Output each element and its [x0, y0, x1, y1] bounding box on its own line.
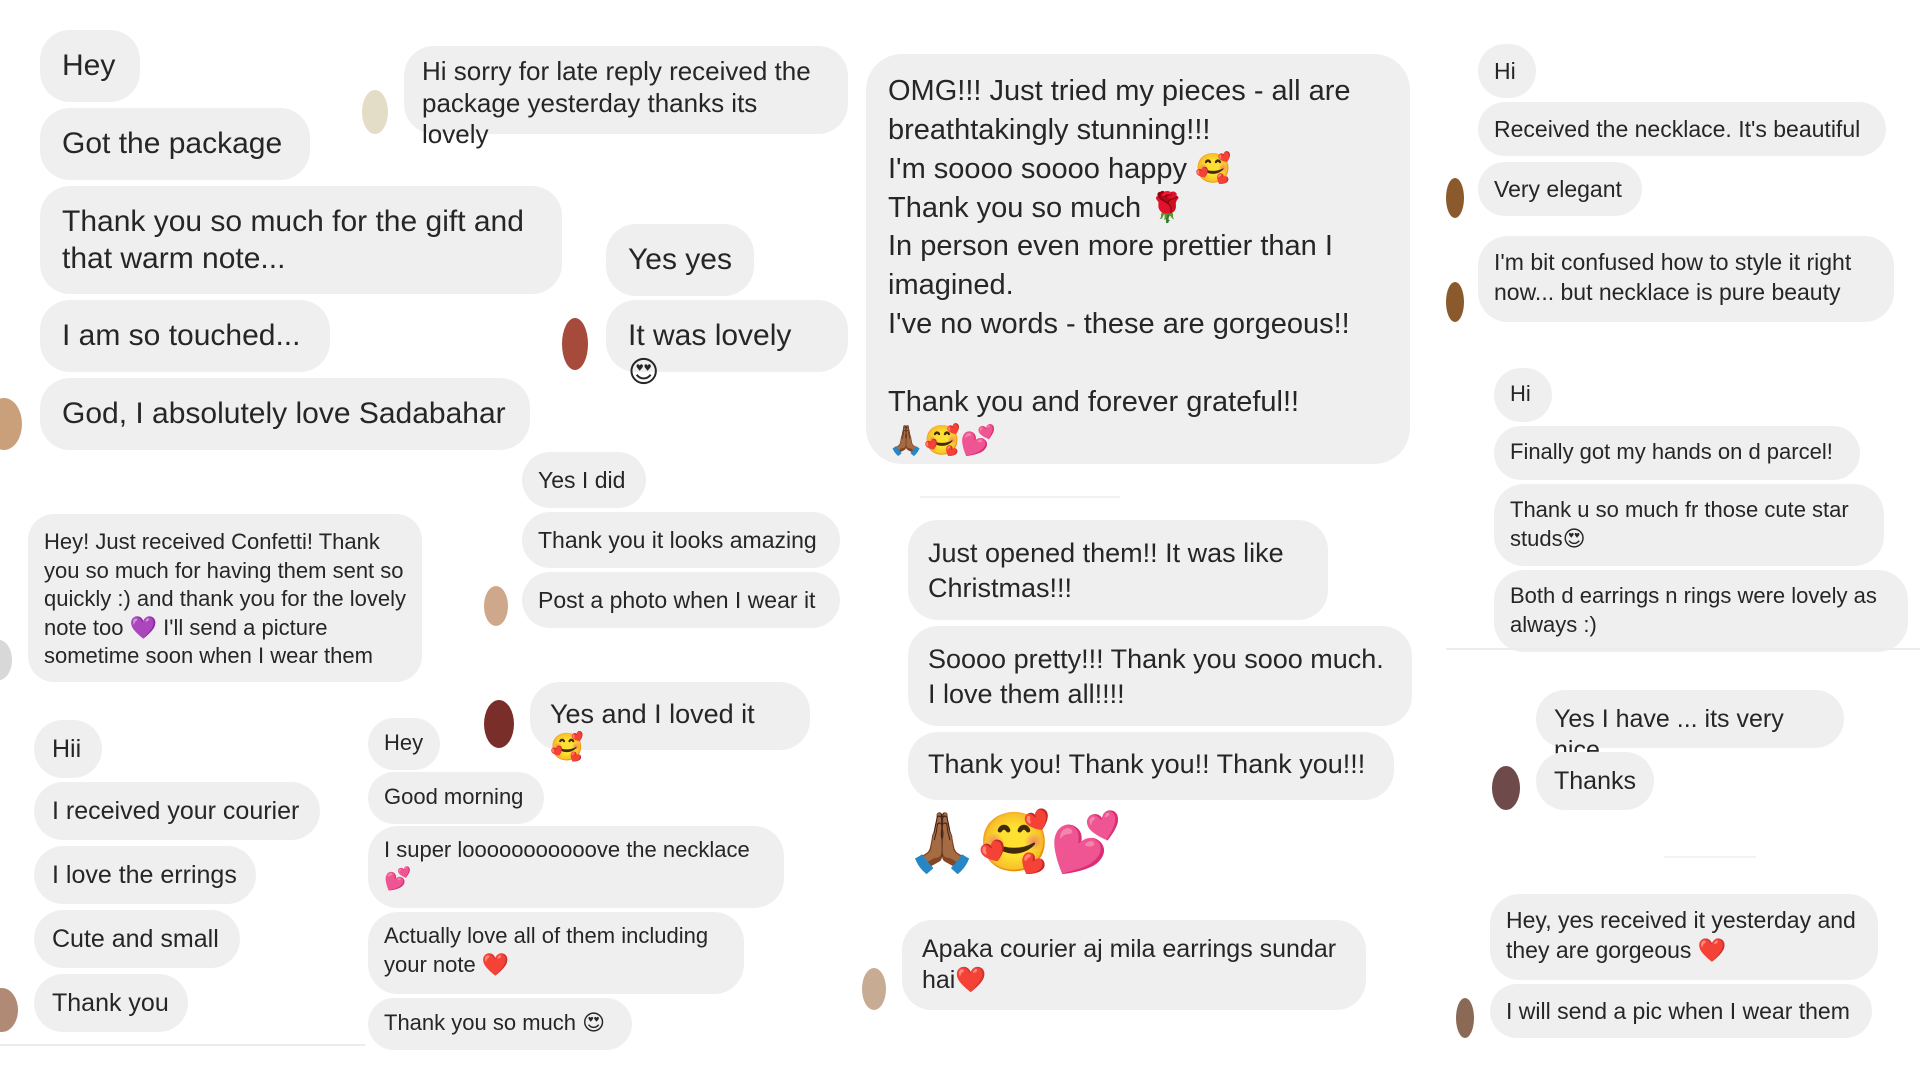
message-bubble: Yes I have ... its very nice [1536, 690, 1844, 764]
message-bubble: Yes yes [606, 224, 754, 296]
message-bubble: Thank you it looks amazing [522, 512, 840, 568]
message-bubble: Yes I did [522, 452, 646, 508]
avatar [0, 988, 18, 1032]
avatar [0, 398, 22, 450]
message-bubble: Thank you! Thank you!! Thank you!!! [908, 732, 1394, 800]
message-bubble: Hey [40, 30, 140, 102]
message-bubble: Both d earrings n rings were lovely as a… [1494, 570, 1908, 652]
message-bubble: God, I absolutely love Sadabahar [40, 378, 530, 450]
message-bubble: Hi sorry for late reply received the pac… [404, 46, 848, 149]
message-bubble: I am so touched... [40, 300, 330, 372]
message-bubble: OMG!!! Just tried my pieces - all are br… [866, 54, 1410, 464]
divider [920, 496, 1120, 498]
message-bubble: Hey! Just received Confetti! Thank you s… [28, 514, 422, 682]
message-bubble: Very elegant [1478, 162, 1642, 216]
message-bubble: Thank you so much 😍 [368, 998, 632, 1050]
avatar [362, 90, 388, 134]
divider [1664, 856, 1756, 858]
divider [1446, 648, 1920, 650]
avatar [1446, 178, 1464, 218]
message-bubble: Post a photo when I wear it [522, 572, 840, 628]
message-bubble: Yes and I loved it 🥰 [530, 682, 810, 762]
avatar [1456, 998, 1474, 1038]
avatar [562, 318, 588, 370]
avatar [484, 586, 508, 626]
message-bubble: I'm bit confused how to style it right n… [1478, 236, 1894, 322]
message-bubble: Hi [1494, 368, 1552, 422]
message-bubble: Soooo pretty!!! Thank you sooo much. I l… [908, 626, 1412, 726]
message-bubble: Got the package [40, 108, 310, 180]
avatar [862, 968, 886, 1010]
message-bubble: I received your courier [34, 782, 320, 840]
message-bubble: It was lovely 😍 [606, 300, 848, 389]
message-bubble: I will send a pic when I wear them [1490, 984, 1872, 1038]
message-bubble: Thanks [1536, 752, 1654, 810]
divider [0, 1044, 365, 1046]
avatar [0, 640, 12, 680]
message-bubble: Thank you so much for the gift and that … [40, 186, 562, 294]
message-bubble: Received the necklace. It's beautiful [1478, 102, 1886, 156]
avatar [1492, 766, 1520, 810]
message-bubble: Just opened them!! It was like Christmas… [908, 520, 1328, 620]
message-bubble: Apaka courier aj mila earrings sundar ha… [902, 920, 1366, 1010]
message-bubble: Thank u so much fr those cute star studs… [1494, 484, 1884, 566]
message-bubble: Actually love all of them including your… [368, 912, 744, 994]
avatar [484, 700, 514, 748]
message-bubble: Hey, yes received it yesterday and they … [1490, 894, 1878, 980]
message-bubble: Cute and small [34, 910, 240, 968]
message-bubble: I love the errings [34, 846, 256, 904]
message-bubble: Thank you [34, 974, 188, 1032]
message-bubble: Hi [1478, 44, 1536, 98]
message-bubble: Finally got my hands on d parcel! [1494, 426, 1860, 480]
message-bubble: Hey [368, 718, 440, 770]
message-bubble: Hii [34, 720, 102, 778]
emoji-message: 🙏🏾🥰💕 [906, 810, 1123, 875]
avatar [1446, 282, 1464, 322]
message-bubble: I super looooooooooove the necklace 💕 [368, 826, 784, 908]
message-bubble: Good morning [368, 772, 544, 824]
